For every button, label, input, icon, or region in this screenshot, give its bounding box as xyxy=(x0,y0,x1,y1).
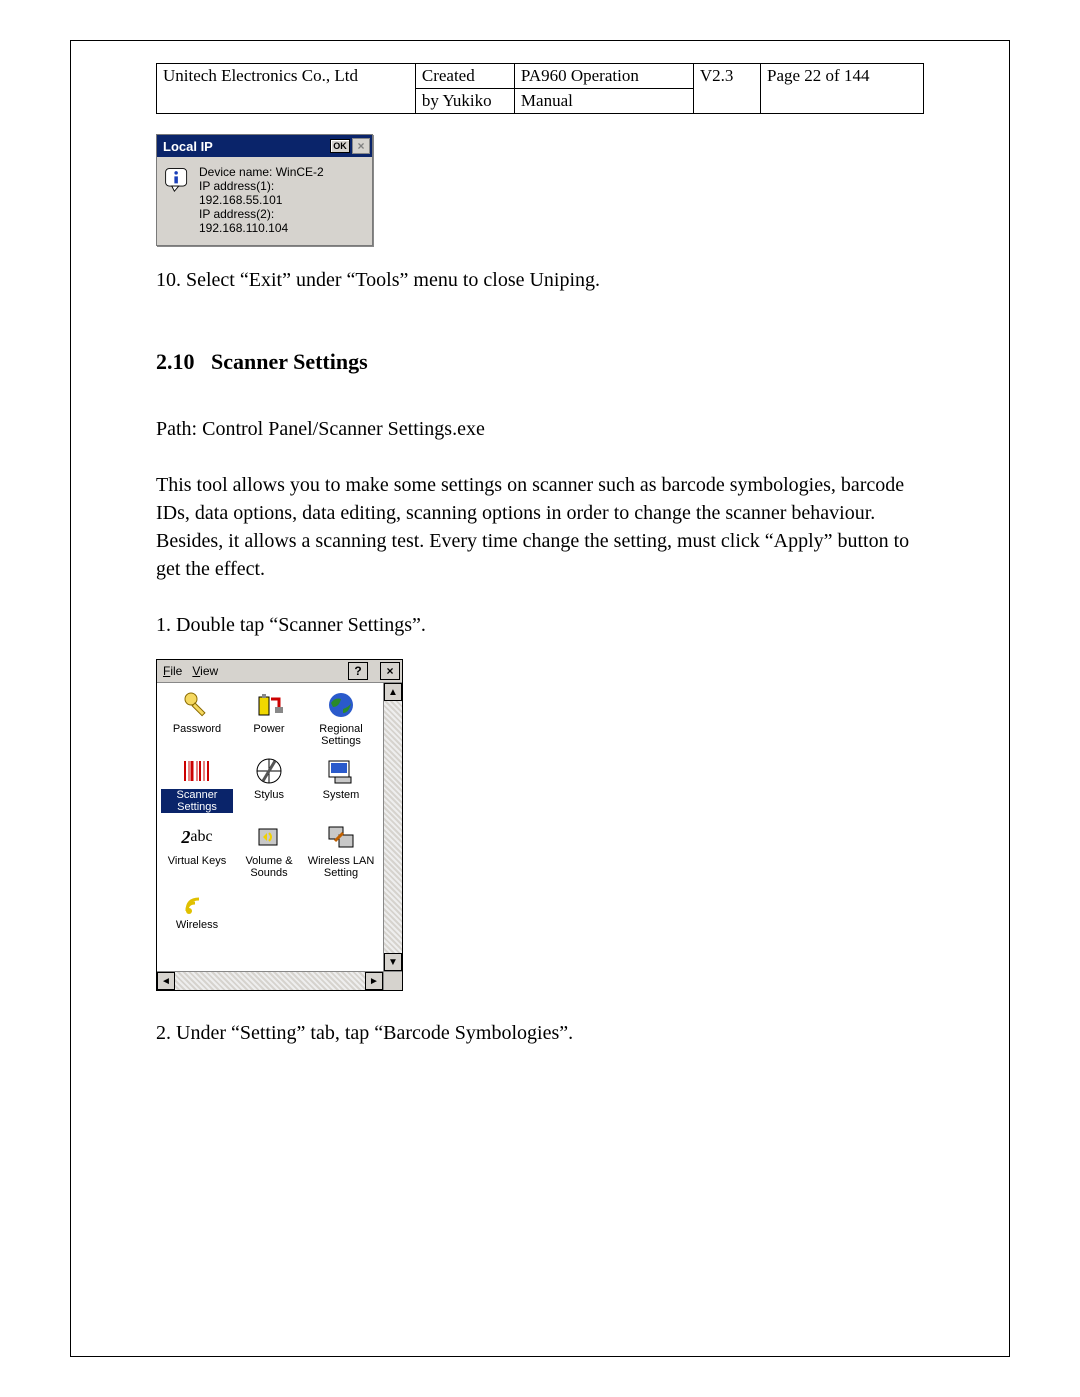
page-number: Page 22 of 144 xyxy=(767,66,869,85)
ip2-value: 192.168.110.104 xyxy=(199,221,324,235)
control-panel-window: File View ? × Password xyxy=(156,659,403,991)
wireless-icon xyxy=(181,887,213,919)
globe-icon xyxy=(325,689,357,721)
label-system: System xyxy=(322,789,361,801)
ok-button[interactable]: OK xyxy=(330,139,350,153)
step-10-text: 10. Select “Exit” under “Tools” menu to … xyxy=(156,266,924,294)
dialog-titlebar: Local IP OK × xyxy=(157,135,372,157)
label-wlan: Wireless LAN Setting xyxy=(305,855,377,879)
cp-power[interactable]: Power xyxy=(233,687,305,753)
system-icon xyxy=(325,755,357,787)
company-name: Unitech Electronics Co., Ltd xyxy=(163,66,358,85)
dialog-title: Local IP xyxy=(163,139,213,154)
virtual-keys-icon: 2abc xyxy=(181,821,213,853)
document-header-table: Unitech Electronics Co., Ltd Created PA9… xyxy=(156,63,924,114)
description-text: This tool allows you to make some settin… xyxy=(156,471,924,583)
local-ip-dialog: Local IP OK × Device name: WinCE-2 IP ad xyxy=(156,134,373,246)
key-icon xyxy=(181,689,213,721)
scroll-track[interactable] xyxy=(384,701,402,953)
horizontal-scrollbar[interactable]: ◄ ► xyxy=(157,971,402,990)
scroll-down-button[interactable]: ▼ xyxy=(384,953,402,971)
scroll-left-button[interactable]: ◄ xyxy=(157,972,175,990)
close-button[interactable]: × xyxy=(352,138,370,154)
cp-wireless[interactable]: Wireless xyxy=(161,885,233,939)
stylus-icon xyxy=(253,755,285,787)
doc-line2: Manual xyxy=(521,91,573,110)
scroll-right-button[interactable]: ► xyxy=(365,972,383,990)
cp-stylus[interactable]: Stylus xyxy=(233,753,305,819)
battery-plug-icon xyxy=(253,689,285,721)
hscroll-track[interactable] xyxy=(175,972,365,990)
step-1-text: 1. Double tap “Scanner Settings”. xyxy=(156,611,924,639)
section-number: 2.10 xyxy=(156,349,195,374)
menu-view[interactable]: View xyxy=(192,664,218,678)
cp-regional[interactable]: Regional Settings xyxy=(305,687,377,753)
cp-scanner-settings[interactable]: Scanner Settings xyxy=(161,753,233,819)
ip1-value: 192.168.55.101 xyxy=(199,193,324,207)
version: V2.3 xyxy=(700,66,734,85)
path-text: Path: Control Panel/Scanner Settings.exe xyxy=(156,415,924,443)
created-line1: Created xyxy=(422,66,475,85)
label-scanner: Scanner Settings xyxy=(161,789,233,813)
speaker-icon xyxy=(253,821,285,853)
scroll-up-button[interactable]: ▲ xyxy=(384,683,402,701)
cp-system[interactable]: System xyxy=(305,753,377,819)
icon-grid: Password Power Regional Se xyxy=(157,683,383,971)
label-volume: Volume & Sounds xyxy=(233,855,305,879)
cp-virtual-keys[interactable]: 2abc Virtual Keys xyxy=(161,819,233,885)
close-button[interactable]: × xyxy=(380,662,400,680)
section-title: Scanner Settings xyxy=(211,349,368,374)
ip1-label: IP address(1): xyxy=(199,179,324,193)
wlan-icon xyxy=(325,821,357,853)
help-button[interactable]: ? xyxy=(348,662,368,680)
step-2-text: 2. Under “Setting” tab, tap “Barcode Sym… xyxy=(156,1019,924,1047)
label-virtualkeys: Virtual Keys xyxy=(167,855,228,867)
vertical-scrollbar[interactable]: ▲ ▼ xyxy=(383,683,402,971)
doc-line1: PA960 Operation xyxy=(521,66,639,85)
barcode-icon xyxy=(181,755,213,787)
label-stylus: Stylus xyxy=(253,789,285,801)
cp-wlan[interactable]: Wireless LAN Setting xyxy=(305,819,377,885)
created-line2: by Yukiko xyxy=(422,91,492,110)
device-name-line: Device name: WinCE-2 xyxy=(199,165,324,179)
section-heading: 2.10 Scanner Settings xyxy=(156,349,924,375)
cp-password[interactable]: Password xyxy=(161,687,233,753)
label-wireless: Wireless xyxy=(175,919,219,931)
menubar: File View ? × xyxy=(157,660,402,683)
cp-volume[interactable]: Volume & Sounds xyxy=(233,819,305,885)
dialog-body-text: Device name: WinCE-2 IP address(1): 192.… xyxy=(191,165,324,235)
label-password: Password xyxy=(172,723,222,735)
menu-file[interactable]: File xyxy=(163,664,182,678)
label-regional: Regional Settings xyxy=(305,723,377,747)
ip2-label: IP address(2): xyxy=(199,207,324,221)
label-power: Power xyxy=(252,723,285,735)
info-icon xyxy=(163,165,191,193)
